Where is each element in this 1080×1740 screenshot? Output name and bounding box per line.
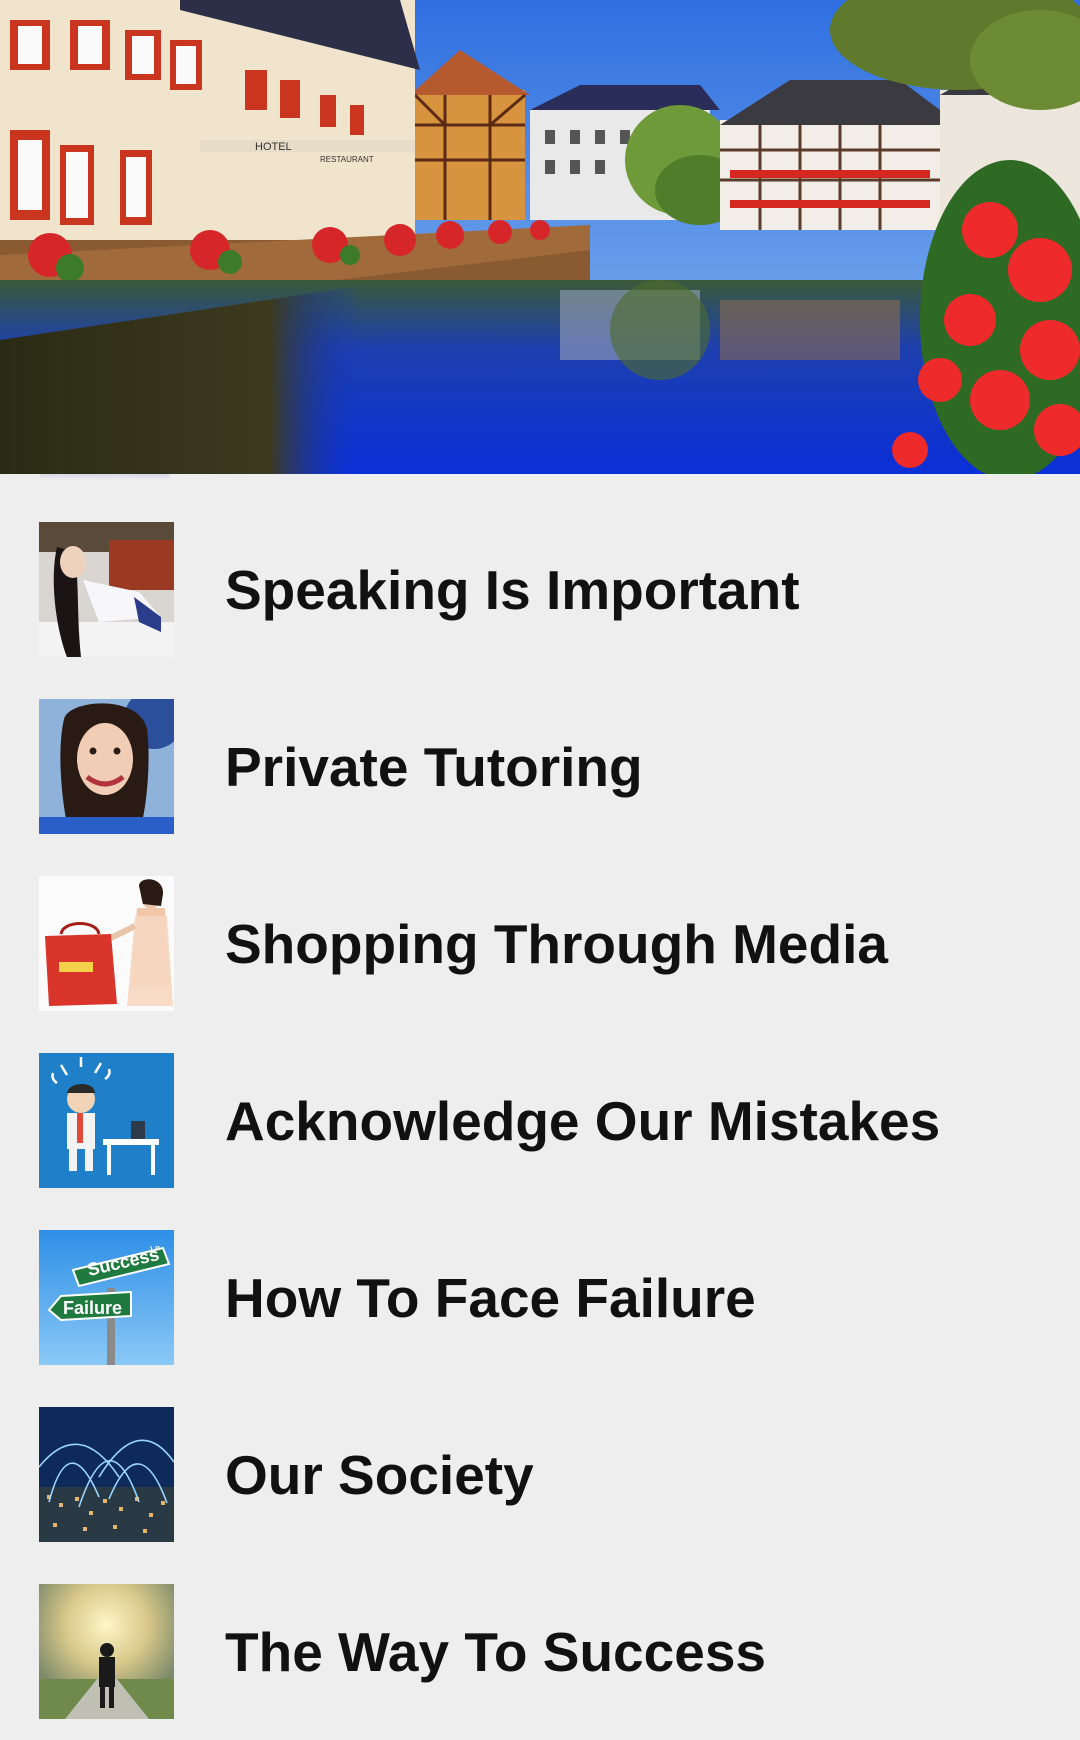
success-failure-signpost-thumbnail-icon: Success Ln Failure — [39, 1230, 174, 1365]
stressed-man-at-desk-thumbnail-icon — [39, 1053, 174, 1188]
topic-title: Acknowledge Our Mistakes — [225, 1090, 941, 1152]
topic-title: The Way To Success — [225, 1621, 767, 1683]
list-item[interactable]: Shopping Through Media — [0, 828, 1080, 1011]
topic-title: Speaking Is Important — [225, 559, 800, 621]
hotel-sign: HOTEL — [255, 141, 292, 153]
list-item[interactable]: Success Ln Failure How To Face Failure — [0, 1182, 1080, 1365]
connected-city-thumbnail-icon — [39, 1407, 174, 1542]
man-on-road-thumbnail-icon — [39, 1584, 174, 1719]
canal-town-photo-icon: HOTEL RESTAURANT — [0, 0, 1080, 474]
header-image: HOTEL RESTAURANT — [0, 0, 1080, 474]
restaurant-sign: RESTAURANT — [320, 155, 374, 164]
topic-title: Shopping Through Media — [225, 913, 888, 975]
sign-failure: Failure — [63, 1298, 122, 1318]
woman-with-shopping-bag-thumbnail-icon — [39, 876, 174, 1011]
list-item[interactable]: Our Society — [0, 1359, 1080, 1542]
topic-title: Our Society — [225, 1444, 534, 1506]
topic-title: How To Face Failure — [225, 1267, 756, 1329]
list-item[interactable]: Acknowledge Our Mistakes — [0, 1005, 1080, 1188]
topic-list: Speaking Is Important Private Tutoring S… — [0, 474, 1080, 1740]
topic-title: Private Tutoring — [225, 736, 643, 798]
app-screen: HOTEL RESTAURANT Speaking Is Important P… — [0, 0, 1080, 1740]
list-item[interactable]: Private Tutoring — [0, 651, 1080, 834]
list-item[interactable]: Speaking Is Important — [0, 474, 1080, 657]
girl-at-window-thumbnail-icon — [39, 522, 174, 657]
smiling-woman-thumbnail-icon — [39, 699, 174, 834]
list-item[interactable]: The Way To Success — [0, 1536, 1080, 1719]
